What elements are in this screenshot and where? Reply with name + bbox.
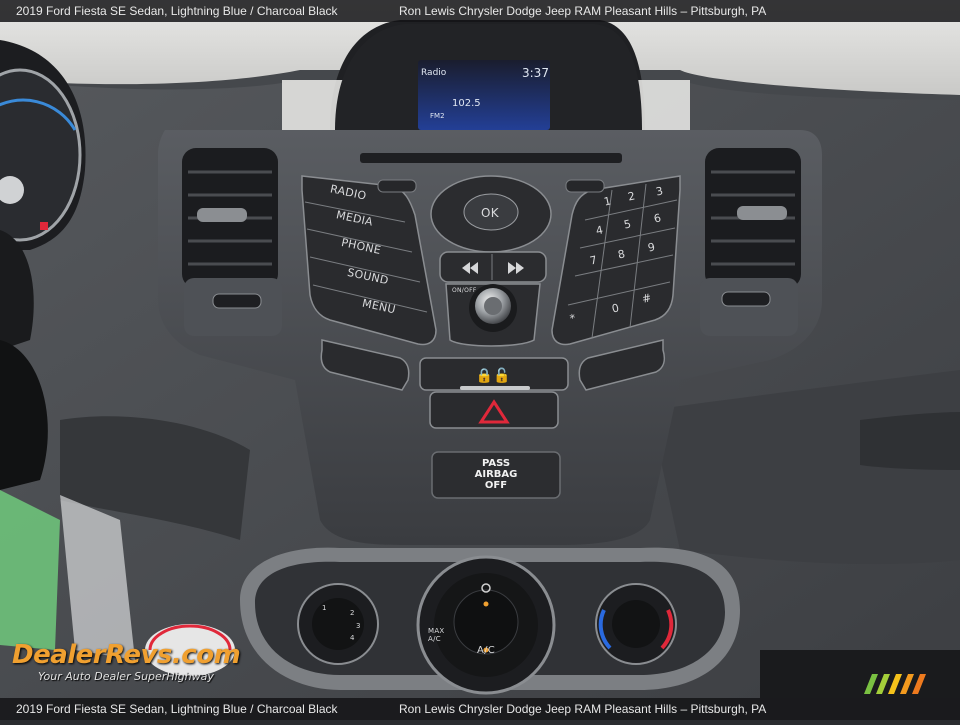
seek-left-button[interactable]: [322, 340, 410, 390]
passenger-airbag-indicator: PASS AIRBAG OFF: [432, 458, 560, 491]
logo-brand: DealerRevs.com: [12, 640, 241, 670]
hazard-button[interactable]: [430, 392, 558, 428]
screen-time: 3:37: [522, 66, 549, 80]
fan-speed-4: 4: [350, 634, 355, 642]
volume-knob[interactable]: [474, 287, 512, 325]
power-knob-label: ON/OFF: [452, 287, 477, 294]
fan-speed-2: 2: [350, 609, 355, 617]
fan-speed-1: 1: [322, 604, 327, 612]
caption-dealer: Ron Lewis Chrysler Dodge Jeep RAM Pleasa…: [399, 4, 767, 18]
airbag-line-3: OFF: [484, 480, 508, 491]
caption-vehicle: 2019 Ford Fiesta SE Sedan, Lightning Blu…: [16, 4, 338, 18]
airbag-line-2: AIRBAG: [474, 469, 518, 480]
fan-speed-knob[interactable]: [298, 584, 378, 664]
caption-dealer-bottom: Ron Lewis Chrysler Dodge Jeep RAM Pleasa…: [399, 702, 767, 716]
ac-button[interactable]: A/C: [477, 645, 495, 656]
dealerrevs-logo: DealerRevs.com Your Auto Dealer SuperHig…: [12, 640, 241, 683]
caption-bottom: 2019 Ford Fiesta SE Sedan, Lightning Blu…: [0, 698, 960, 720]
logo-stripes-icon: [864, 674, 926, 694]
airbag-line-1: PASS: [481, 458, 511, 469]
seek-right-button[interactable]: [578, 340, 666, 390]
ok-button[interactable]: OK: [481, 206, 499, 220]
screen-source: Radio: [421, 68, 447, 78]
caption-top: 2019 Ford Fiesta SE Sedan, Lightning Blu…: [0, 0, 960, 22]
screen-frequency: 102.5: [452, 98, 481, 109]
temperature-knob[interactable]: [596, 584, 676, 664]
caption-vehicle-bottom: 2019 Ford Fiesta SE Sedan, Lightning Blu…: [16, 702, 338, 716]
fan-speed-3: 3: [356, 622, 361, 630]
screen-band: FM2: [430, 112, 445, 120]
max-ac-label: MAX A/C: [428, 627, 445, 643]
lock-button[interactable]: [420, 358, 568, 390]
mode-knob[interactable]: [418, 557, 554, 693]
logo-tagline: Your Auto Dealer SuperHighway: [38, 670, 214, 683]
